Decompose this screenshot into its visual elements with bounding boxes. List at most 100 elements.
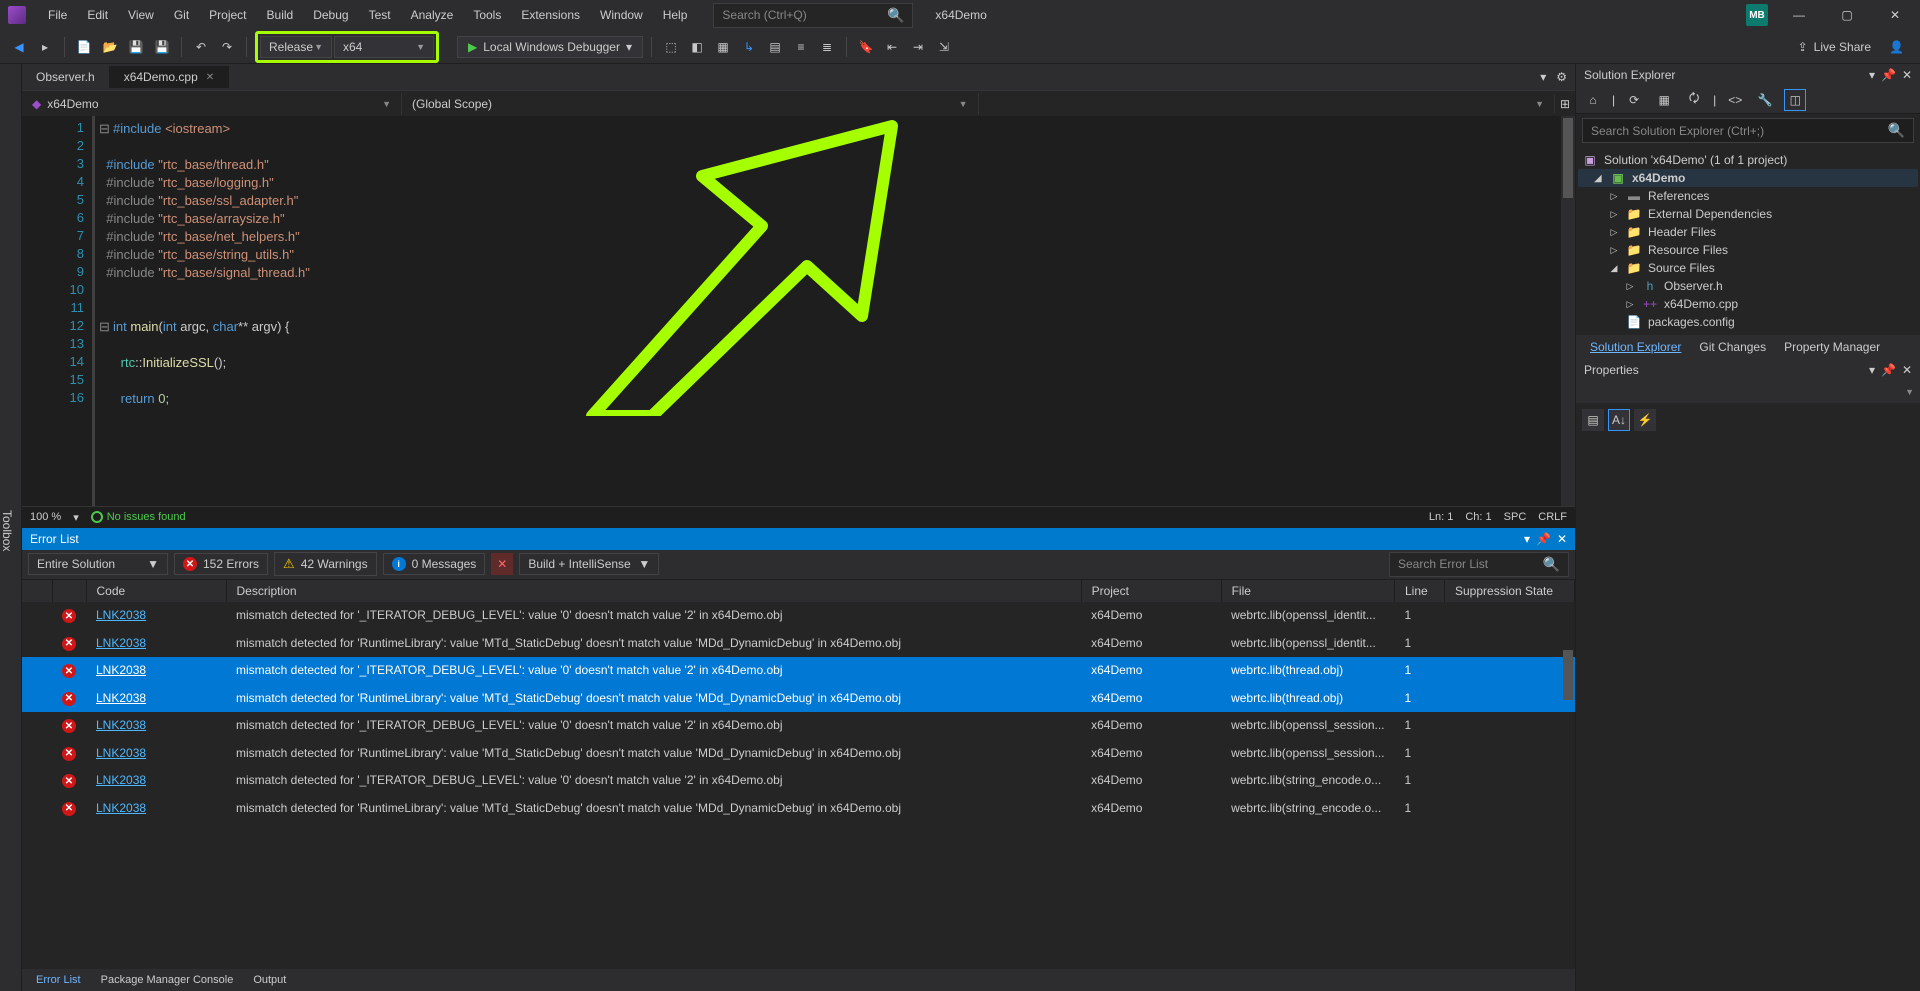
- toolbar-btn-8[interactable]: ⇤: [881, 36, 903, 58]
- menu-debug[interactable]: Debug: [303, 4, 358, 26]
- error-code-link[interactable]: LNK2038: [96, 746, 146, 760]
- messages-filter-toggle[interactable]: i 0 Messages: [383, 553, 486, 575]
- panel-pin-icon[interactable]: 📌: [1881, 68, 1896, 82]
- bottom-tab[interactable]: Output: [245, 972, 294, 988]
- panel-tab[interactable]: Property Manager: [1776, 337, 1888, 357]
- error-col-header[interactable]: Code: [86, 580, 226, 602]
- expander-icon[interactable]: ◢: [1592, 173, 1604, 184]
- tree-packages-config[interactable]: 📄 packages.config: [1578, 313, 1918, 331]
- back-nav-icon[interactable]: ◀: [8, 36, 30, 58]
- error-row[interactable]: ✕LNK2038mismatch detected for '_ITERATOR…: [22, 712, 1575, 740]
- menu-extensions[interactable]: Extensions: [511, 4, 590, 26]
- toolbar-btn-3[interactable]: ▦: [712, 36, 734, 58]
- bottom-tab[interactable]: Package Manager Console: [93, 972, 242, 988]
- menu-help[interactable]: Help: [653, 4, 698, 26]
- build-config-combo[interactable]: Release▼: [260, 36, 332, 58]
- panel-tab[interactable]: Git Changes: [1691, 337, 1774, 357]
- scope-filter-combo[interactable]: Entire Solution▼: [28, 553, 168, 575]
- panel-tab[interactable]: Solution Explorer: [1582, 337, 1689, 357]
- menu-view[interactable]: View: [118, 4, 164, 26]
- toolbar-btn-9[interactable]: ⇥: [907, 36, 929, 58]
- expander-icon[interactable]: ▷: [1624, 281, 1636, 292]
- tree-item[interactable]: ▷📁Header Files: [1578, 223, 1918, 241]
- bottom-tab[interactable]: Error List: [28, 972, 89, 988]
- error-code-link[interactable]: LNK2038: [96, 636, 146, 650]
- lineend-label[interactable]: CRLF: [1538, 511, 1567, 523]
- panel-close-icon[interactable]: ✕: [1902, 363, 1912, 377]
- props-events-icon[interactable]: ⚡: [1634, 409, 1656, 431]
- toolbox-strip[interactable]: Toolbox: [0, 64, 22, 991]
- menu-file[interactable]: File: [38, 4, 77, 26]
- panel-dropdown-icon[interactable]: ▾: [1869, 363, 1875, 377]
- code-content[interactable]: ⊟#include <iostream> #include "rtc_base/…: [92, 116, 1575, 506]
- error-row[interactable]: ✕LNK2038mismatch detected for '_ITERATOR…: [22, 602, 1575, 630]
- tree-item[interactable]: ▷📁External Dependencies: [1578, 205, 1918, 223]
- menu-test[interactable]: Test: [359, 4, 401, 26]
- solution-explorer-header[interactable]: Solution Explorer ▾ 📌 ✕: [1576, 64, 1920, 86]
- source-filter-combo[interactable]: Build + IntelliSense▼: [519, 553, 659, 575]
- se-showall-icon[interactable]: ▦: [1653, 89, 1675, 111]
- menu-window[interactable]: Window: [590, 4, 653, 26]
- toolbar-btn-2[interactable]: ◧: [686, 36, 708, 58]
- maximize-button[interactable]: ▢: [1830, 2, 1864, 28]
- se-view-toggle-icon[interactable]: ◫: [1784, 89, 1806, 111]
- panel-pin-icon[interactable]: 📌: [1536, 532, 1551, 546]
- error-col-header[interactable]: Line: [1395, 580, 1445, 602]
- indent-label[interactable]: SPC: [1504, 511, 1527, 523]
- error-row[interactable]: ✕LNK2038mismatch detected for 'RuntimeLi…: [22, 739, 1575, 767]
- menu-analyze[interactable]: Analyze: [401, 4, 464, 26]
- toolbar-btn-1[interactable]: ⬚: [660, 36, 682, 58]
- toolbar-btn-7[interactable]: ≣: [816, 36, 838, 58]
- panel-pin-icon[interactable]: 📌: [1881, 363, 1896, 377]
- panel-close-icon[interactable]: ✕: [1902, 68, 1912, 82]
- quick-search-input[interactable]: Search (Ctrl+Q) 🔍: [713, 3, 913, 28]
- properties-header[interactable]: Properties ▾ 📌 ✕: [1576, 359, 1920, 381]
- tab-dropdown-icon[interactable]: ▾: [1540, 70, 1546, 84]
- menu-project[interactable]: Project: [199, 4, 256, 26]
- document-tab[interactable]: x64Demo.cpp✕: [110, 66, 229, 88]
- error-code-link[interactable]: LNK2038: [96, 718, 146, 732]
- error-row[interactable]: ✕LNK2038mismatch detected for 'RuntimeLi…: [22, 684, 1575, 712]
- se-refresh-icon[interactable]: 🗘: [1683, 89, 1705, 111]
- error-col-header[interactable]: Suppression State: [1445, 580, 1575, 602]
- solution-search-input[interactable]: Search Solution Explorer (Ctrl+;) 🔍: [1582, 118, 1914, 143]
- open-icon[interactable]: 📂: [99, 36, 121, 58]
- se-wrench-icon[interactable]: 🔧: [1754, 89, 1776, 111]
- save-icon[interactable]: 💾: [125, 36, 147, 58]
- error-code-link[interactable]: LNK2038: [96, 691, 146, 705]
- error-col-header[interactable]: [52, 580, 86, 602]
- fwd-nav-icon[interactable]: ▸: [34, 36, 56, 58]
- nav-project-combo[interactable]: ◆ x64Demo▼: [22, 93, 402, 115]
- tree-source-folder[interactable]: ◢ 📁 Source Files: [1578, 259, 1918, 277]
- editor-scrollbar[interactable]: [1561, 116, 1575, 506]
- error-col-header[interactable]: File: [1221, 580, 1394, 602]
- clear-filters-button[interactable]: ✕: [491, 553, 513, 575]
- props-az-icon[interactable]: A↓: [1608, 409, 1630, 431]
- menu-tools[interactable]: Tools: [463, 4, 511, 26]
- platform-combo[interactable]: x64▼: [334, 36, 434, 58]
- toolbar-btn-10[interactable]: ⇲: [933, 36, 955, 58]
- error-row[interactable]: ✕LNK2038mismatch detected for '_ITERATOR…: [22, 657, 1575, 685]
- document-tab[interactable]: Observer.h: [22, 66, 110, 88]
- minimize-button[interactable]: —: [1782, 2, 1816, 28]
- props-cat-icon[interactable]: ▤: [1582, 409, 1604, 431]
- error-code-link[interactable]: LNK2038: [96, 773, 146, 787]
- menu-edit[interactable]: Edit: [77, 4, 118, 26]
- error-code-link[interactable]: LNK2038: [96, 663, 146, 677]
- zoom-label[interactable]: 100 %: [30, 511, 61, 523]
- live-share-button[interactable]: ⇪ Live Share 👤: [1790, 40, 1912, 54]
- menu-git[interactable]: Git: [164, 4, 199, 26]
- error-search-input[interactable]: Search Error List 🔍: [1389, 552, 1569, 577]
- expander-icon[interactable]: ▷: [1608, 245, 1620, 256]
- split-icon[interactable]: ⊞: [1555, 97, 1575, 111]
- tab-close-icon[interactable]: ✕: [206, 72, 214, 83]
- expander-icon[interactable]: ▷: [1608, 227, 1620, 238]
- zoom-caret-icon[interactable]: ▾: [73, 511, 79, 524]
- tree-item[interactable]: ▷📁Resource Files: [1578, 241, 1918, 259]
- error-list-header[interactable]: Error List ▾ 📌 ✕: [22, 528, 1575, 550]
- tree-file[interactable]: ▷++x64Demo.cpp: [1578, 295, 1918, 313]
- expander-icon[interactable]: ▷: [1624, 299, 1636, 310]
- error-col-header[interactable]: Description: [226, 580, 1081, 602]
- error-row[interactable]: ✕LNK2038mismatch detected for 'RuntimeLi…: [22, 794, 1575, 822]
- nav-member-combo[interactable]: ▼: [979, 95, 1556, 113]
